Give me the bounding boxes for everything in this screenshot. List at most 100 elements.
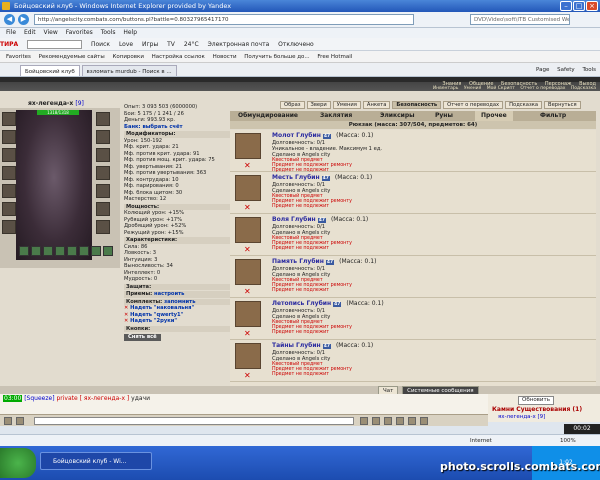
gloves-slot[interactable] [2,220,16,234]
btn-transfers[interactable]: Отчет о переводах [443,101,504,109]
back-icon[interactable]: ◀ [4,14,15,25]
chat-translit-icon[interactable] [396,417,404,425]
delete-icon[interactable]: ✕ [244,246,251,254]
safety-menu[interactable]: Safety [557,67,575,73]
inventory-item[interactable]: ✕ Молот Глубин 47 (Масса: 0.1) Долговечность… [230,130,596,173]
tab-combats[interactable]: Бойцовский клуб [20,65,80,76]
inventory-item[interactable]: ✕ Летопись Глубин 47 (Масса: 0.1) Долговечно… [230,298,596,340]
btn-skills[interactable]: Умения [332,101,361,109]
maximize-button[interactable]: □ [573,1,585,11]
toolbar-games[interactable]: Игры [142,38,158,50]
delete-icon[interactable]: ✕ [244,330,251,338]
toolbar-weather[interactable]: 24°C [184,38,199,50]
site-subnav-item[interactable]: Мой Скрипт [487,86,515,91]
rune-slot[interactable] [91,246,101,256]
undress-button[interactable]: Снять всё [124,334,161,341]
belt-slot[interactable] [2,202,16,216]
item-name[interactable]: Тайны Глубин [272,342,321,349]
chat-smiley-icon[interactable] [16,417,24,425]
item-name[interactable]: Память Глубин [272,258,324,265]
toolbar-logo[interactable]: ТИРА [0,38,18,50]
btn-profile[interactable]: Анкета [362,101,391,109]
item-image[interactable] [235,343,261,369]
search-input[interactable]: DVD\Video\soft\ITB Customised Web Search [470,14,570,25]
toolbar-tv[interactable]: TV [167,38,175,50]
site-subnav-item[interactable]: Подсказка [571,86,596,91]
room-user[interactable]: ях-легенда-х [9] [498,414,545,420]
armor-slot[interactable] [2,184,16,198]
close-button[interactable]: × [586,1,598,11]
start-button[interactable] [0,448,36,478]
btn-hint[interactable]: Подсказка [505,101,543,109]
rune-slot[interactable] [19,246,29,256]
tab-other[interactable]: Прочее [475,111,513,121]
fav-item[interactable]: Получить больше до... [244,54,309,60]
earring-slot[interactable] [2,130,16,144]
rune-slot[interactable] [103,246,113,256]
menu-favorites[interactable]: Favorites [66,29,93,36]
bracer-slot[interactable] [96,112,110,126]
item-image[interactable] [235,133,261,159]
tab-equipment[interactable]: Обмундирование [238,111,298,121]
chat-channel[interactable]: [Squeeze] [24,395,54,402]
chat-exit-icon[interactable] [420,417,428,425]
ring-slot[interactable] [96,148,110,162]
fav-item[interactable]: Настройка ссылок [152,54,205,60]
delete-icon[interactable]: ✕ [244,162,251,170]
chat-send-icon[interactable] [360,417,368,425]
rune-slot[interactable] [55,246,65,256]
boots-slot[interactable] [96,220,110,234]
rune-slot[interactable] [67,246,77,256]
site-subnav-item[interactable]: Инвентарь [433,86,459,91]
fav-item[interactable]: Копировки [112,54,143,60]
rune-slot[interactable] [43,246,53,256]
ring-slot[interactable] [96,166,110,180]
menu-file[interactable]: File [6,29,16,36]
btn-image[interactable]: Образ [280,101,305,109]
rune-slot[interactable] [31,246,41,256]
btn-return[interactable]: Вернуться [544,101,581,109]
item-name[interactable]: Месть Глубин [272,174,320,181]
chat-input[interactable] [34,417,354,425]
inventory-item[interactable]: ✕ Тайны Глубин 47 (Масса: 0.1) Долговечность… [230,340,596,382]
btn-security[interactable]: Безопасность [392,101,442,109]
item-image[interactable] [235,259,261,285]
item-image[interactable] [235,301,261,327]
toolbar-mail[interactable]: Электронная почта [208,38,270,50]
chat-private[interactable]: private [ ях-легенда-х ] [56,395,129,402]
delete-icon[interactable]: ✕ [244,204,251,212]
moves-configure-link[interactable]: настроить [154,291,184,297]
tab-runes[interactable]: Руны [435,111,453,121]
leggings-slot[interactable] [96,202,110,216]
chat-options-icon[interactable] [4,417,12,425]
amulet-slot[interactable] [2,148,16,162]
fav-item[interactable]: Новости [213,54,237,60]
menu-help[interactable]: Help [123,29,137,36]
fav-item[interactable]: Рекомендуемые сайты [39,54,105,60]
item-name[interactable]: Воля Глубин [272,216,316,223]
url-input[interactable]: http://angelscity.combats.com/buttons.pl… [34,14,414,25]
item-name[interactable]: Молот Глубин [272,132,321,139]
sets-remember-link[interactable]: запомнить [164,299,195,305]
refresh-button[interactable]: Обновить [518,396,554,405]
weapon-slot[interactable] [2,166,16,180]
site-subnav-item[interactable]: Отчет о переводах [520,86,565,91]
toolbar-love[interactable]: Love [119,38,133,50]
taskbar-item[interactable]: Бойцовский клуб - Wi... [40,452,152,470]
site-subnav-item[interactable]: Умения [464,86,481,91]
item-image[interactable] [235,175,261,201]
rune-slot[interactable] [79,246,89,256]
ring-slot[interactable] [96,130,110,144]
btn-pets[interactable]: Звери [306,101,331,109]
item-image[interactable] [235,217,261,243]
chat-history-icon[interactable] [408,417,416,425]
tools-menu[interactable]: Tools [582,67,596,73]
chat-clear-icon[interactable] [372,417,380,425]
favorites-button[interactable]: Favorites [6,54,31,60]
delete-icon[interactable]: ✕ [244,288,251,296]
tab-search[interactable]: взломать murdub - Поиск в ... [81,65,177,76]
menu-edit[interactable]: Edit [24,29,36,36]
minimize-button[interactable]: – [560,1,572,11]
item-name[interactable]: Летопись Глубин [272,300,331,307]
menu-tools[interactable]: Tools [101,29,116,36]
